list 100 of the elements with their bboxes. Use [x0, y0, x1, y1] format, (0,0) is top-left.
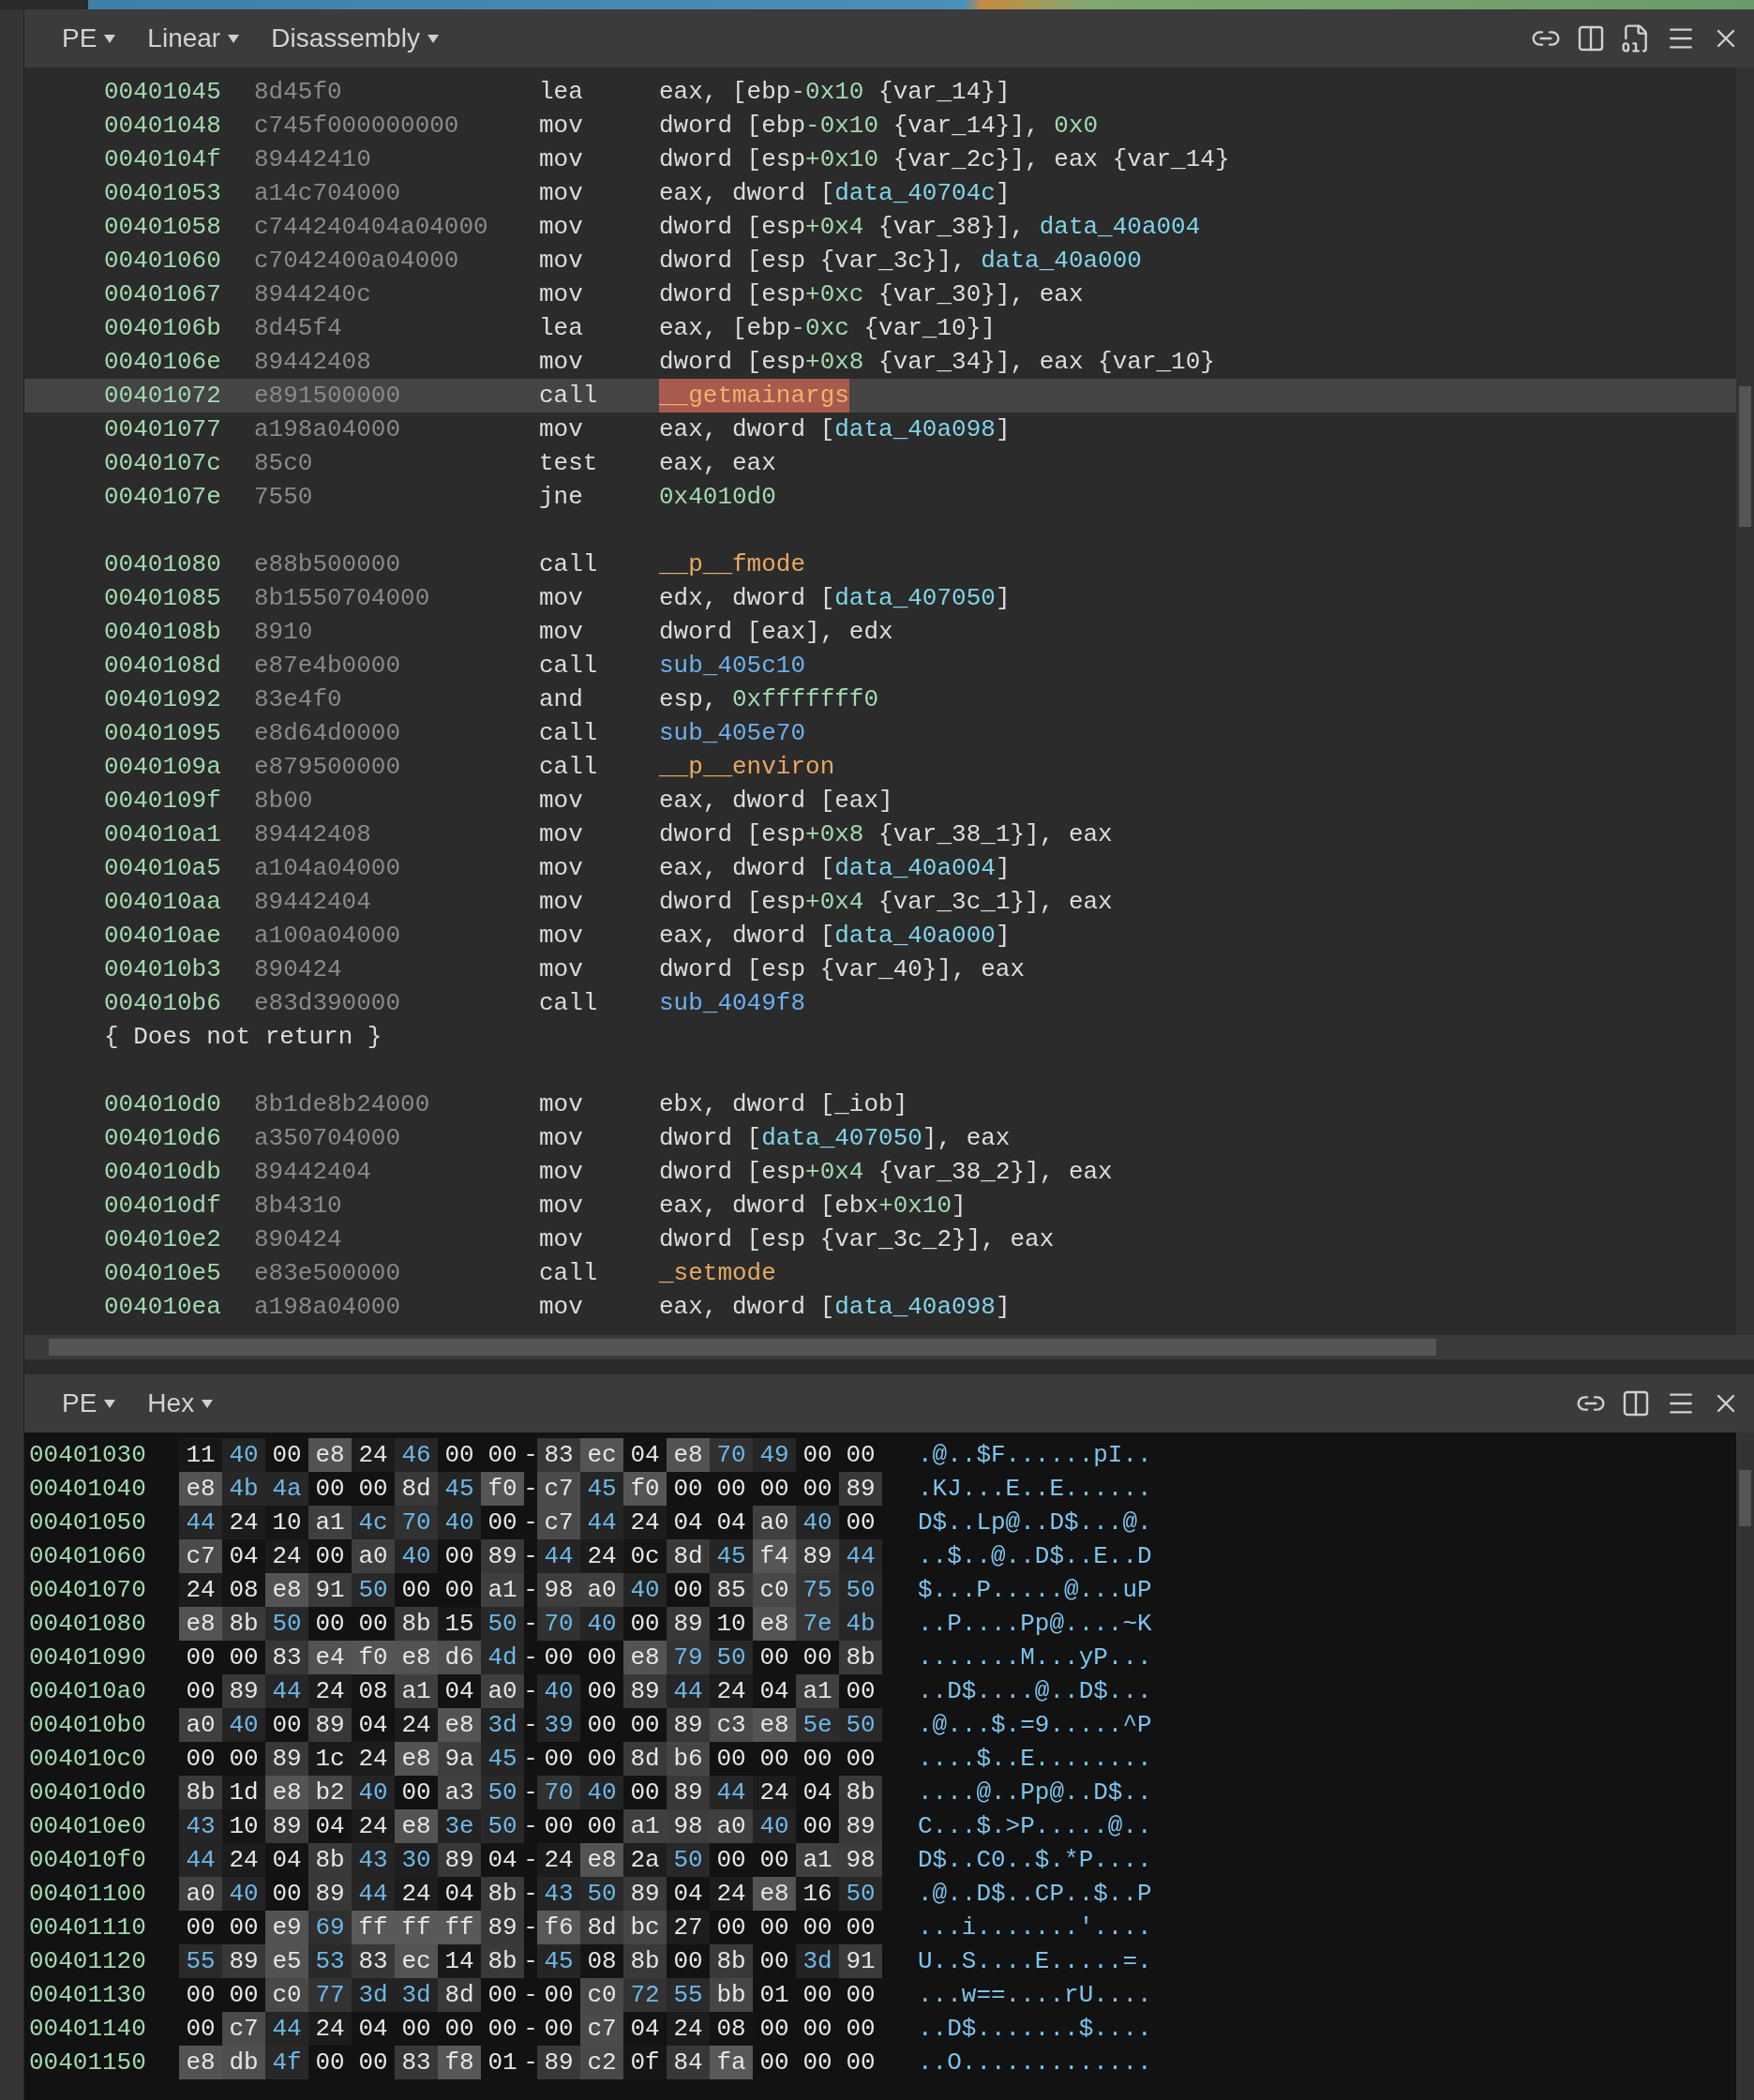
hex-byte[interactable]: 44 — [179, 1843, 222, 1877]
hex-byte[interactable]: 79 — [667, 1641, 710, 1674]
instruction-row[interactable]: 004010ae a100a04000 mov eax, dword [data_40a000] — [24, 919, 1736, 952]
hex-byte[interactable]: 24 — [667, 2012, 710, 2046]
operand[interactable]: data_40a004 — [834, 851, 996, 885]
instruction-row[interactable]: 0040106e 89442408 mov dword [esp+0x8 {var_34}], eax {var_10} — [24, 345, 1736, 379]
hex-byte[interactable]: e8 — [395, 1641, 438, 1674]
vertical-scrollbar[interactable] — [1736, 68, 1754, 1335]
hex-byte[interactable]: 24 — [352, 1438, 395, 1472]
hex-byte[interactable]: 8d — [438, 1978, 481, 2012]
hex-byte[interactable]: 72 — [623, 1978, 667, 2012]
instruction-row[interactable]: 004010d6 a350704000 mov dword [data_407050], eax — [24, 1121, 1736, 1155]
hex-byte[interactable]: fa — [710, 2046, 753, 2079]
hex-byte[interactable]: 11 — [179, 1438, 222, 1472]
operand[interactable]: data_40a098 — [834, 412, 996, 446]
hex-byte[interactable]: 50 — [839, 1573, 882, 1607]
hex-byte[interactable]: 89 — [308, 1877, 352, 1911]
instruction-row[interactable]: 004010e2 890424 mov dword [esp {var_3c_2}], eax — [24, 1222, 1736, 1256]
operand[interactable]: data_40a000 — [834, 919, 996, 952]
hex-byte[interactable]: 89 — [623, 1877, 667, 1911]
hex-byte[interactable]: c7 — [537, 1472, 580, 1506]
operand[interactable]: data_407050 — [834, 581, 996, 615]
operand[interactable]: sub_405c10 — [659, 649, 806, 682]
instruction-row[interactable]: 0040107c 85c0 test eax, eax — [24, 446, 1736, 480]
hex-byte[interactable]: 8b — [623, 1944, 667, 1978]
hex-byte[interactable]: 16 — [796, 1877, 839, 1911]
hex-byte[interactable]: 89 — [222, 1674, 265, 1708]
hex-byte[interactable]: 27 — [667, 1911, 710, 1944]
hex-byte[interactable]: 50 — [352, 1573, 395, 1607]
hex-byte[interactable]: 3d — [395, 1978, 438, 2012]
hex-byte[interactable]: e8 — [438, 1708, 481, 1742]
hex-byte[interactable]: 8b — [839, 1776, 882, 1809]
hex-byte[interactable]: c0 — [580, 1978, 623, 2012]
hex-byte[interactable]: 4b — [839, 1607, 882, 1641]
hex-byte[interactable]: a0 — [179, 1877, 222, 1911]
hex-byte[interactable]: 24 — [623, 1506, 667, 1539]
hex-byte[interactable]: 40 — [796, 1506, 839, 1539]
hex-byte[interactable]: e8 — [623, 1641, 667, 1674]
instruction-row[interactable]: 00401080 e88b500000 call __p__fmode — [24, 548, 1736, 581]
instruction-row[interactable]: 00401060 c7042400a04000 mov dword [esp {var_3c}], data_40a000 — [24, 244, 1736, 278]
instruction-row[interactable]: 00401048 c745f000000000 mov dword [ebp-0x10 {var_14}], 0x0 — [24, 109, 1736, 142]
hex-byte[interactable]: 89 — [308, 1708, 352, 1742]
hex-byte[interactable]: 89 — [438, 1843, 481, 1877]
hex-byte[interactable]: c7 — [222, 2012, 265, 2046]
instruction-row[interactable]: 004010b6 e83d390000 call sub_4049f8 — [24, 986, 1736, 1020]
operand[interactable]: __p__environ — [659, 750, 835, 784]
operand[interactable]: data_40a098 — [834, 1290, 996, 1324]
hex-byte[interactable]: 24 — [352, 1809, 395, 1843]
hex-byte[interactable]: 89 — [265, 1742, 308, 1776]
hex-byte[interactable]: 69 — [308, 1911, 352, 1944]
hex-byte[interactable]: a1 — [796, 1843, 839, 1877]
hex-byte[interactable]: a0 — [352, 1539, 395, 1573]
hex-byte[interactable]: 89 — [667, 1607, 710, 1641]
hex-byte[interactable]: c0 — [265, 1978, 308, 2012]
instruction-row[interactable]: 00401072 e891500000 call __getmainargs — [24, 379, 1736, 412]
hex-byte[interactable]: 50 — [710, 1641, 753, 1674]
instruction-row[interactable]: 0040108b 8910 mov dword [eax], edx — [24, 615, 1736, 649]
hex-byte[interactable]: 24 — [537, 1843, 580, 1877]
hex-byte[interactable]: ff — [352, 1911, 395, 1944]
hex-byte[interactable]: 1c — [308, 1742, 352, 1776]
instruction-row[interactable]: 0040106b 8d45f4 lea eax, [ebp-0xc {var_10}] — [24, 311, 1736, 345]
hex-byte[interactable]: 50 — [667, 1843, 710, 1877]
hex-byte[interactable]: f8 — [438, 2046, 481, 2079]
hex-byte[interactable]: 89 — [839, 1472, 882, 1506]
hex-byte[interactable]: 40 — [537, 1674, 580, 1708]
hex-byte[interactable]: 43 — [352, 1843, 395, 1877]
hex-byte[interactable]: 8d — [623, 1742, 667, 1776]
hex-byte[interactable]: 24 — [395, 1877, 438, 1911]
operand[interactable]: sub_4049f8 — [659, 986, 806, 1020]
hex-byte[interactable]: 44 — [710, 1776, 753, 1809]
view-dropdown[interactable]: Hex — [147, 1384, 214, 1423]
hex-byte[interactable]: 44 — [265, 1674, 308, 1708]
hex-byte[interactable]: e8 — [580, 1843, 623, 1877]
hex-byte[interactable]: 10 — [265, 1506, 308, 1539]
hex-byte[interactable]: 44 — [580, 1506, 623, 1539]
hex-byte[interactable]: 84 — [667, 2046, 710, 2079]
hex-byte[interactable]: 55 — [667, 1978, 710, 2012]
hex-byte[interactable]: 7e — [796, 1607, 839, 1641]
hex-byte[interactable]: 8b — [308, 1843, 352, 1877]
hex-byte[interactable]: 91 — [839, 1944, 882, 1978]
instruction-row[interactable]: 004010a5 a104a04000 mov eax, dword [data_40a004] — [24, 851, 1736, 885]
hex-byte[interactable]: 44 — [265, 2012, 308, 2046]
hex-byte[interactable]: 83 — [537, 1438, 580, 1472]
hex-byte[interactable]: e8 — [667, 1438, 710, 1472]
operand[interactable]: data_407050 — [761, 1121, 922, 1155]
hex-byte[interactable]: 24 — [710, 1877, 753, 1911]
view-dropdown[interactable]: Linear — [147, 19, 240, 58]
hex-byte[interactable]: 44 — [839, 1539, 882, 1573]
hex-byte[interactable]: 50 — [265, 1607, 308, 1641]
hex-byte[interactable]: 8b — [179, 1776, 222, 1809]
hex-byte[interactable]: 8b — [710, 1944, 753, 1978]
hex-byte[interactable]: db — [222, 2046, 265, 2079]
hex-byte[interactable]: 70 — [537, 1776, 580, 1809]
split-view-icon[interactable] — [1621, 1388, 1651, 1418]
hex-byte[interactable]: f0 — [481, 1472, 524, 1506]
hex-byte[interactable]: 98 — [537, 1573, 580, 1607]
hex-byte[interactable]: 45 — [438, 1472, 481, 1506]
operand[interactable]: _setmode — [659, 1256, 776, 1290]
hex-byte[interactable]: a1 — [395, 1674, 438, 1708]
hex-byte[interactable]: 40 — [753, 1809, 796, 1843]
